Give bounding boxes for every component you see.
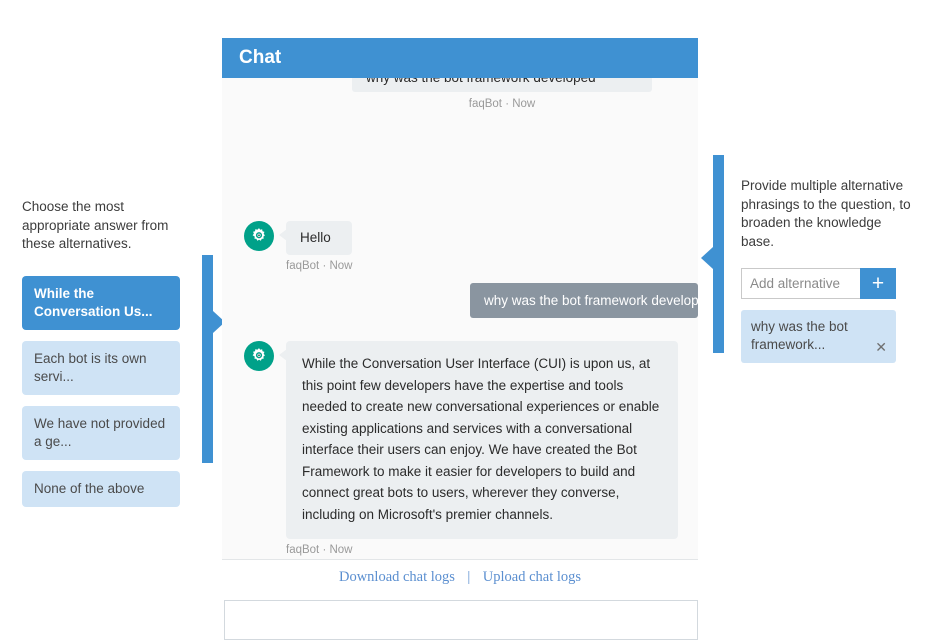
left-instruction-text: Choose the most appropriate answer from … — [22, 199, 169, 251]
left-callout-pointer-bar — [202, 255, 225, 463]
message-row-bot-answer: While the Conversation User Interface (C… — [244, 341, 678, 556]
answer-alternative-option-4[interactable]: None of the above — [22, 470, 180, 507]
right-callout-pointer-bar — [701, 155, 724, 353]
message-bubble-bot-answer: While the Conversation User Interface (C… — [279, 341, 678, 539]
add-alternative-button[interactable]: + — [860, 268, 896, 299]
download-chat-logs-link[interactable]: Download chat logs — [339, 569, 455, 585]
left-annotation-panel: Choose the most appropriate answer from … — [22, 198, 194, 518]
answer-alternative-option-3[interactable]: We have not provided a ge... — [22, 405, 180, 460]
chat-header-title: Chat — [222, 38, 698, 78]
clipped-message: why was the bot framework developed faqB… — [352, 78, 652, 110]
gear-icon — [252, 348, 265, 361]
message-meta-bot-hello: faqBot · Now — [286, 260, 353, 272]
alternative-phrasing-chip[interactable]: why was the bot framework... ✕ — [741, 310, 896, 363]
add-alternative-input[interactable] — [741, 268, 860, 299]
chat-panel: Chat why was the bot framework developed… — [222, 38, 698, 640]
alternative-phrasing-chip-label: why was the bot framework... — [751, 319, 848, 352]
avatar — [244, 341, 274, 371]
chat-log-links: Download chat logs | Upload chat logs — [222, 559, 698, 593]
right-instruction-text: Provide multiple alternative phrasings t… — [741, 178, 911, 249]
upload-chat-logs-link[interactable]: Upload chat logs — [483, 569, 581, 585]
right-callout-arrow-icon — [701, 247, 713, 269]
message-bubble-bot-hello: Hello — [278, 221, 353, 255]
message-bubble-wrap: While the Conversation User Interface (C… — [279, 341, 678, 556]
close-icon[interactable]: ✕ — [875, 340, 887, 354]
answer-alternative-option-2[interactable]: Each bot is its own servi... — [22, 340, 180, 395]
message-meta-bot-answer: faqBot · Now — [286, 544, 353, 556]
gear-icon — [252, 228, 265, 241]
message-bubble-user-question: why was the bot framework developed — [470, 283, 698, 318]
answer-alternative-option-1[interactable]: While the Conversation Us... — [22, 275, 180, 330]
clipped-message-meta: faqBot · Now — [468, 98, 536, 110]
right-annotation-panel: Provide multiple alternative phrasings t… — [741, 177, 916, 363]
message-row-user-question: why was the bot framework developed — [470, 283, 698, 318]
add-alternative-row: + — [741, 268, 896, 299]
message-row-bot-hello: Hello faqBot · Now — [244, 221, 353, 272]
avatar — [244, 221, 274, 251]
chat-composer-input[interactable] — [224, 600, 698, 640]
message-bubble-wrap: Hello faqBot · Now — [278, 221, 353, 272]
links-separator: | — [467, 569, 471, 585]
chat-message-list[interactable]: why was the bot framework developed faqB… — [222, 78, 698, 559]
clipped-message-bubble: why was the bot framework developed — [352, 78, 652, 92]
